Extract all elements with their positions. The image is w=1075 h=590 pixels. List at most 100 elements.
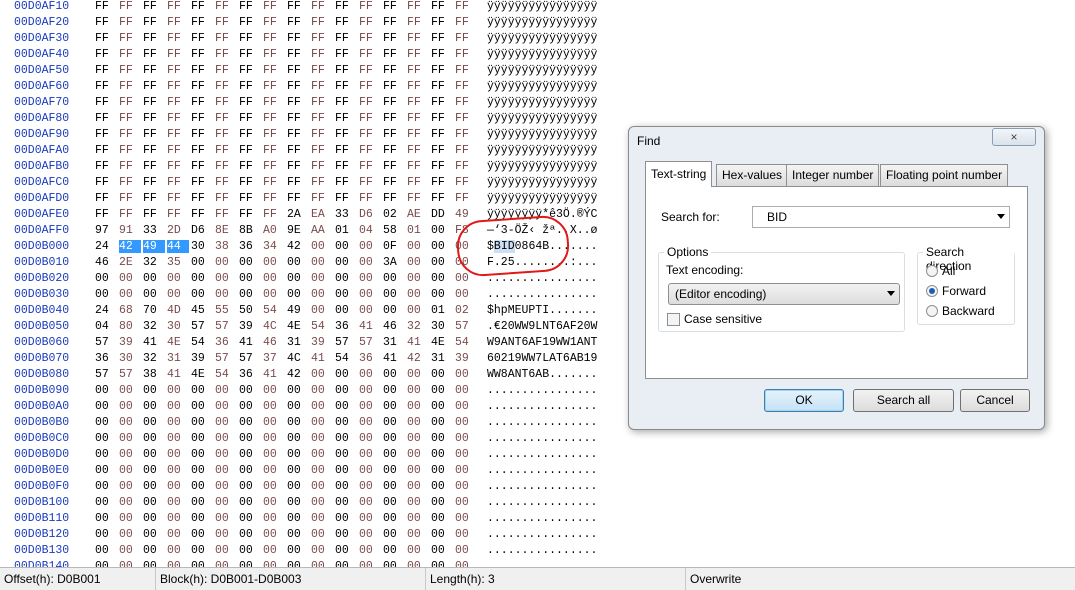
hex-byte[interactable]: 41	[263, 368, 285, 381]
hex-byte[interactable]: FF	[407, 176, 429, 189]
hex-byte[interactable]: 00	[311, 304, 333, 317]
hex-byte[interactable]: FF	[311, 48, 333, 61]
hex-byte[interactable]: FF	[191, 64, 213, 77]
row-bytes[interactable]: 46 2E 32 35 00 00 00 00 00 00 00 00 3A 00 00 00	[95, 256, 475, 272]
hex-byte[interactable]: 46	[95, 256, 117, 269]
row-ascii[interactable]: ................	[487, 288, 597, 301]
hex-byte[interactable]: 9E	[287, 224, 309, 237]
hex-row[interactable]: 00D0AF10 FF FF FF FF FF FF FF FF FF FF FF FF FF FF FF FF…	[0, 0, 640, 16]
hex-byte[interactable]: 30	[191, 240, 213, 253]
hex-byte[interactable]: 00	[167, 544, 189, 557]
hex-row[interactable]: 00D0AF80 FF FF FF FF FF FF FF FF FF FF FF FF FF FF FF FF…	[0, 112, 640, 128]
hex-byte[interactable]: FF	[407, 32, 429, 45]
hex-byte[interactable]: 00	[263, 448, 285, 461]
hex-byte[interactable]: 00	[335, 560, 357, 567]
hex-byte[interactable]: FF	[119, 128, 141, 141]
row-bytes[interactable]: FF FF FF FF FF FF FF FF FF FF FF FF FF FF FF FF	[95, 0, 475, 16]
hex-byte[interactable]: 00	[239, 464, 261, 477]
hex-byte[interactable]: 00	[383, 432, 405, 445]
hex-byte[interactable]: 70	[143, 304, 165, 317]
hex-byte[interactable]: 00	[455, 528, 477, 541]
ascii-char[interactable]: $	[487, 240, 494, 253]
hex-row[interactable]: 00D0B0E0 00 00 00 00 00 00 00 00 00 00 00 00 00 00 00 00…	[0, 464, 640, 480]
hex-byte[interactable]: 2E	[119, 256, 141, 269]
hex-byte[interactable]: FF	[383, 192, 405, 205]
hex-byte[interactable]: 31	[431, 352, 453, 365]
hex-byte[interactable]: 42	[287, 368, 309, 381]
row-ascii[interactable]: ................	[487, 384, 597, 397]
hex-row[interactable]: 00D0B0D0 00 00 00 00 00 00 00 00 00 00 00 00 00 00 00 00…	[0, 448, 640, 464]
hex-byte[interactable]: 00	[359, 432, 381, 445]
row-bytes[interactable]: 00 00 00 00 00 00 00 00 00 00 00 00 00 00 00 00	[95, 560, 475, 567]
hex-byte[interactable]: FF	[191, 128, 213, 141]
tab-hex-values[interactable]: Hex-values	[716, 164, 789, 186]
hex-byte[interactable]: 00	[383, 288, 405, 301]
hex-byte[interactable]: FF	[119, 208, 141, 221]
hex-byte[interactable]: 00	[359, 288, 381, 301]
hex-byte[interactable]: 41	[167, 368, 189, 381]
hex-byte[interactable]: 00	[143, 416, 165, 429]
hex-byte[interactable]: 00	[143, 432, 165, 445]
hex-byte[interactable]: 38	[143, 368, 165, 381]
hex-byte[interactable]: 00	[335, 288, 357, 301]
hex-byte[interactable]: 01	[431, 304, 453, 317]
hex-byte[interactable]: 31	[167, 352, 189, 365]
hex-byte[interactable]: FF	[143, 128, 165, 141]
hex-byte[interactable]: FF	[311, 176, 333, 189]
hex-byte[interactable]: FF	[359, 64, 381, 77]
hex-byte[interactable]: FF	[191, 176, 213, 189]
hex-byte[interactable]: 00	[287, 384, 309, 397]
hex-byte[interactable]: 00	[311, 368, 333, 381]
hex-byte[interactable]: FF	[239, 96, 261, 109]
hex-row[interactable]: 00D0B060 57 39 41 4E 54 36 41 46 31 39 57 57 31 41 4E 54…	[0, 336, 640, 352]
hex-byte[interactable]: FF	[215, 112, 237, 125]
hex-row[interactable]: 00D0AFD0 FF FF FF FF FF FF FF FF FF FF FF FF FF FF FF FF…	[0, 192, 640, 208]
hex-byte[interactable]: 00	[455, 256, 477, 269]
row-ascii[interactable]: ÿÿÿÿÿÿÿÿÿÿÿÿÿÿÿÿ	[487, 128, 597, 141]
hex-byte[interactable]: 41	[311, 352, 333, 365]
hex-byte[interactable]: 00	[167, 480, 189, 493]
hex-byte[interactable]: 00	[119, 496, 141, 509]
hex-byte[interactable]: 54	[215, 368, 237, 381]
hex-byte[interactable]: FF	[335, 48, 357, 61]
hex-byte[interactable]: 4E	[191, 368, 213, 381]
row-ascii[interactable]: ÿÿÿÿÿÿÿÿÿÿÿÿÿÿÿÿ	[487, 16, 597, 29]
row-bytes[interactable]: FF FF FF FF FF FF FF FF FF FF FF FF FF FF FF FF	[95, 16, 475, 32]
hex-byte[interactable]: FF	[407, 48, 429, 61]
hex-byte[interactable]: 49	[287, 304, 309, 317]
hex-byte[interactable]: FF	[287, 0, 309, 13]
hex-byte[interactable]: 00	[215, 256, 237, 269]
hex-byte[interactable]: FF	[407, 96, 429, 109]
hex-byte[interactable]: 00	[407, 512, 429, 525]
hex-byte[interactable]: 00	[431, 384, 453, 397]
hex-byte[interactable]: 00	[383, 544, 405, 557]
row-bytes[interactable]: FF FF FF FF FF FF FF FF FF FF FF FF FF FF FF FF	[95, 112, 475, 128]
hex-byte[interactable]: 54	[191, 336, 213, 349]
row-bytes[interactable]: 00 00 00 00 00 00 00 00 00 00 00 00 00 00 00 00	[95, 432, 475, 448]
hex-byte[interactable]: 00	[455, 288, 477, 301]
hex-byte[interactable]: 00	[143, 400, 165, 413]
hex-byte[interactable]: 00	[167, 416, 189, 429]
case-sensitive-label[interactable]: Case sensitive	[684, 312, 762, 326]
hex-byte[interactable]: 00	[383, 272, 405, 285]
hex-byte[interactable]: 00	[263, 496, 285, 509]
hex-byte[interactable]: 00	[239, 384, 261, 397]
row-ascii[interactable]: ................	[487, 432, 597, 445]
hex-byte[interactable]: 39	[119, 336, 141, 349]
hex-byte[interactable]: FF	[215, 96, 237, 109]
hex-byte[interactable]: 00	[359, 416, 381, 429]
row-ascii[interactable]: ................	[487, 480, 597, 493]
hex-byte[interactable]: 00	[359, 528, 381, 541]
direction-all-label[interactable]: All	[942, 264, 955, 278]
hex-byte[interactable]: FF	[239, 48, 261, 61]
hex-byte[interactable]: 00	[239, 496, 261, 509]
hex-byte[interactable]: 00	[455, 368, 477, 381]
row-bytes[interactable]: FF FF FF FF FF FF FF FF FF FF FF FF FF FF FF FF	[95, 176, 475, 192]
row-ascii[interactable]: ÿÿÿÿÿÿÿÿÿÿÿÿÿÿÿÿ	[487, 48, 597, 61]
direction-all-radio[interactable]	[926, 265, 938, 277]
hex-byte[interactable]: 00	[95, 544, 117, 557]
hex-byte[interactable]: 32	[407, 320, 429, 333]
hex-byte[interactable]: FF	[311, 128, 333, 141]
hex-byte[interactable]: FF	[431, 192, 453, 205]
hex-byte[interactable]: FF	[167, 80, 189, 93]
